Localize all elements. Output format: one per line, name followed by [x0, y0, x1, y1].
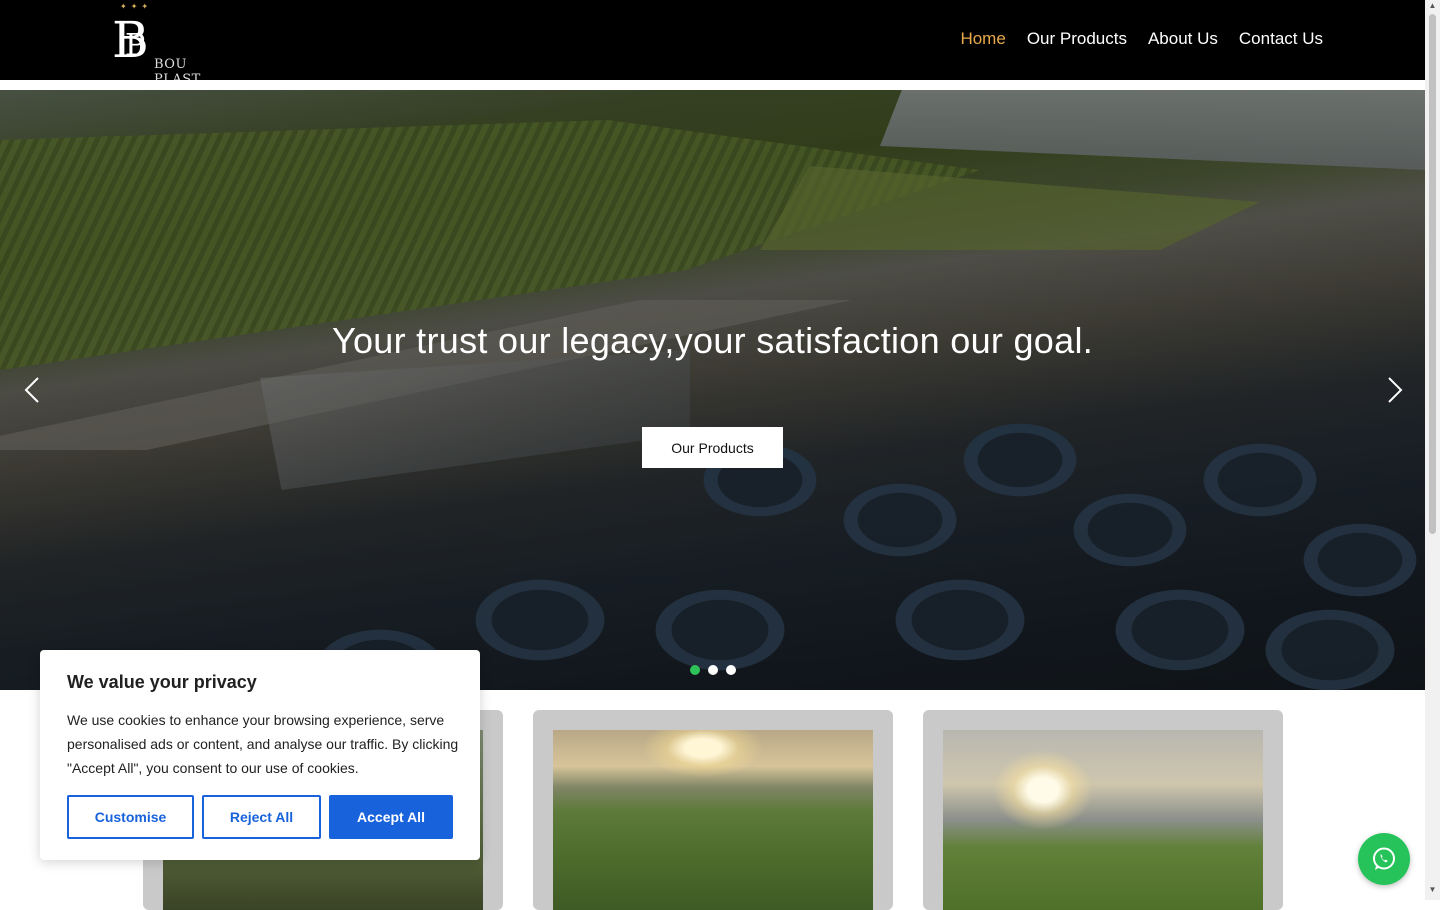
cookie-accept-all-button[interactable]: Accept All — [329, 795, 453, 839]
nav-item-contact-us[interactable]: Contact Us — [1239, 29, 1323, 49]
nav-item-home[interactable]: Home — [960, 29, 1005, 49]
slider-next-button[interactable] — [1385, 376, 1405, 404]
cookie-consent-banner: We value your privacy We use cookies to … — [40, 650, 480, 860]
slider-dot-1[interactable] — [690, 665, 700, 675]
cookie-reject-all-button[interactable]: Reject All — [202, 795, 321, 839]
nav-item-our-products[interactable]: Our Products — [1027, 29, 1127, 49]
cookie-body: We use cookies to enhance your browsing … — [67, 712, 459, 776]
product-card-3[interactable] — [923, 710, 1283, 910]
whatsapp-button[interactable] — [1358, 833, 1410, 885]
slider-dot-3[interactable] — [726, 665, 736, 675]
logo-stars: ✦✦✦ — [120, 2, 153, 11]
slider-prev-button[interactable] — [22, 376, 42, 404]
hero-our-products-button[interactable]: Our Products — [642, 427, 783, 468]
hero-slider: Your trust our legacy,your satisfaction … — [0, 90, 1425, 690]
header-spacer — [0, 80, 1425, 90]
product-card-2[interactable] — [533, 710, 893, 910]
chevron-left-icon — [24, 377, 39, 403]
chevron-right-icon — [1388, 377, 1403, 403]
slider-pagination — [690, 665, 736, 675]
brand-logo[interactable]: ✦✦✦ B P BOU PLAST — [110, 2, 236, 87]
scrollbar-thumb[interactable] — [1429, 14, 1436, 534]
nav-item-about-us[interactable]: About Us — [1148, 29, 1218, 49]
main-nav: Home Our Products About Us Contact Us — [960, 29, 1323, 49]
site-header: ✦✦✦ B P BOU PLAST Home Our Products Abou… — [0, 0, 1425, 87]
hero-title: Your trust our legacy,your satisfaction … — [331, 320, 1094, 361]
product-card-image-2 — [553, 730, 873, 910]
scroll-down-arrow-icon[interactable]: ▼ — [1428, 886, 1437, 894]
slider-dot-2[interactable] — [708, 665, 718, 675]
hero-overlay — [0, 90, 1425, 690]
product-card-image-3 — [943, 730, 1263, 910]
cookie-customise-button[interactable]: Customise — [67, 795, 194, 839]
cookie-title: We value your privacy — [67, 672, 257, 692]
logo-monogram-p: P — [125, 28, 146, 63]
whatsapp-icon — [1373, 847, 1395, 870]
scroll-up-arrow-icon[interactable]: ▲ — [1428, 2, 1437, 10]
page-scrollbar[interactable]: ▲ ▼ — [1425, 0, 1440, 900]
